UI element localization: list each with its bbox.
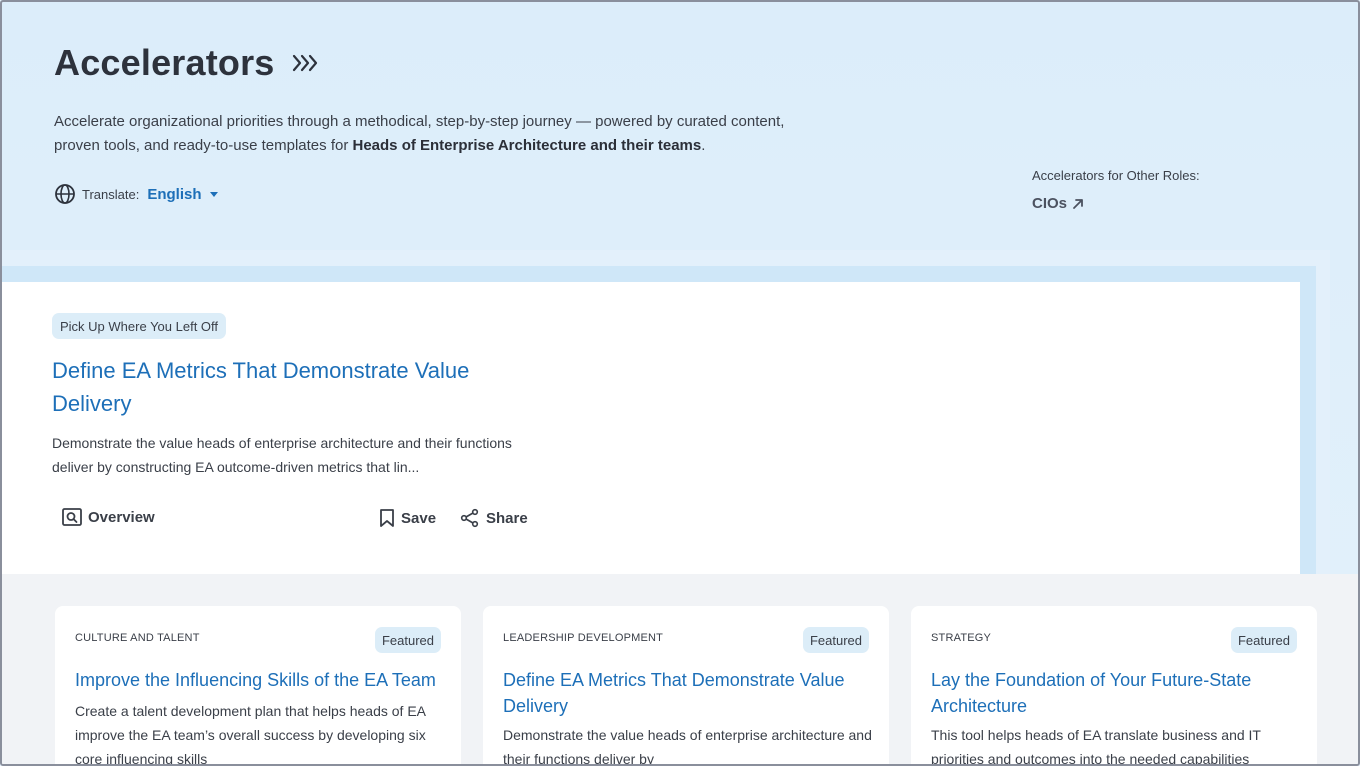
globe-icon (54, 183, 76, 205)
overview-label: Overview (88, 508, 155, 526)
featured-badge: Featured (1230, 627, 1297, 653)
resume-pill: Pick Up Where You Left Off (52, 313, 227, 339)
translate-label: Translate: (82, 186, 140, 202)
share-button[interactable]: Share (460, 508, 528, 528)
cios-link[interactable]: CIOs (1032, 195, 1200, 212)
bookmark-icon (380, 509, 394, 527)
card-description: Create a talent development plan that he… (75, 703, 426, 766)
overview-icon (62, 508, 82, 526)
language-dropdown[interactable]: English (147, 186, 201, 203)
card-title-link[interactable]: Improve the Influencing Skills of the EA… (75, 667, 445, 693)
featured-badge: Featured (374, 627, 441, 653)
page-frame: Accelerators Accelerate organizational p… (0, 0, 1360, 766)
triple-chevron-icon (291, 52, 321, 74)
card-category: LEADERSHIP DEVELOPMENT (503, 632, 664, 644)
card-description: This tool helps heads of EA translate bu… (931, 727, 1261, 766)
accelerator-card[interactable]: LEADERSHIP DEVELOPMENT Featured Define E… (483, 606, 889, 766)
other-roles-label: Accelerators for Other Roles: (1032, 168, 1200, 183)
other-roles-panel: Accelerators for Other Roles: CIOs (1032, 168, 1200, 212)
page-title-text: Accelerators (54, 42, 275, 83)
card-category: STRATEGY (931, 632, 992, 644)
cios-link-text[interactable]: CIOs (1032, 195, 1067, 212)
overview-button[interactable]: Overview (62, 508, 155, 526)
hero-section: Accelerators Accelerate organizational p… (54, 42, 814, 158)
card-category: CULTURE AND TALENT (75, 632, 200, 644)
external-arrow-icon (1073, 198, 1083, 209)
hero-description-end: . (701, 137, 706, 154)
featured-badge: Featured (802, 627, 869, 653)
card-title-link[interactable]: Define EA Metrics That Demonstrate Value… (503, 667, 873, 719)
resume-title-link[interactable]: Define EA Metrics That Demonstrate Value… (52, 354, 532, 420)
card-title-link[interactable]: Lay the Foundation of Your Future-State … (931, 667, 1301, 719)
accelerator-card[interactable]: CULTURE AND TALENT Featured Improve the … (55, 606, 461, 766)
save-button[interactable]: Save (379, 508, 436, 528)
caret-down-icon[interactable] (209, 191, 218, 197)
hero-description: Accelerate organizational priorities thr… (54, 110, 794, 158)
save-label: Save (401, 509, 437, 527)
card-description: Demonstrate the value heads of enterpris… (503, 727, 872, 766)
translate-selector[interactable]: Translate: English (54, 183, 218, 205)
accelerator-card[interactable]: STRATEGY Featured Lay the Foundation of … (911, 606, 1317, 766)
hero-description-bold: Heads of Enterprise Architecture and the… (352, 137, 702, 154)
page-title: Accelerators (54, 42, 814, 84)
share-icon (460, 508, 479, 528)
share-label: Share (486, 509, 528, 527)
resume-description: Demonstrate the value heads of enterpris… (52, 435, 512, 475)
